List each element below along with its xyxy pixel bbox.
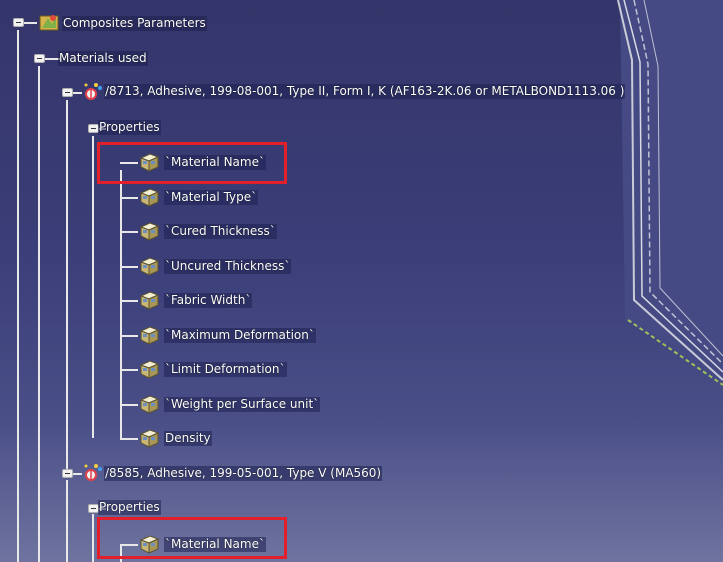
parameter-cube-icon xyxy=(138,221,160,245)
tree-branch xyxy=(120,196,138,199)
tree-line-properties-1-children xyxy=(120,170,122,438)
parameter-cube-icon xyxy=(138,152,160,176)
collapse-toggle-root[interactable] xyxy=(13,18,24,27)
tree-line-material-2 xyxy=(66,480,68,562)
parameter-cube-icon xyxy=(138,359,160,383)
part-geometry-3d xyxy=(617,0,723,386)
parameter-cube-icon xyxy=(138,428,160,452)
parameter-cube-icon xyxy=(138,325,160,349)
tree-node-property[interactable]: `Cured Thickness` xyxy=(164,224,277,239)
tree-branch xyxy=(120,403,138,406)
tree-node-properties-2[interactable]: Properties xyxy=(98,500,161,515)
parameter-cube-icon xyxy=(138,187,160,211)
tree-node-property[interactable]: `Uncured Thickness` xyxy=(164,258,292,274)
tree-node-material-8713[interactable]: /8713, Adhesive, 199-08-001, Type II, Fo… xyxy=(104,84,626,99)
tree-branch xyxy=(120,544,138,546)
material-node-icon xyxy=(84,464,102,481)
composites-parameters-icon xyxy=(39,15,59,31)
catia-specification-tree-viewport: Composites Parameters Materials used /87… xyxy=(0,0,723,562)
tree-node-property[interactable]: `Material Type` xyxy=(164,189,259,205)
parameter-cube-icon xyxy=(138,534,160,558)
tree-branch xyxy=(120,265,138,268)
collapse-toggle-material-2[interactable] xyxy=(62,469,73,478)
tree-node-property[interactable]: `Weight per Surface unit` xyxy=(164,396,321,412)
parameter-cube-icon xyxy=(138,290,160,314)
parameter-cube-icon xyxy=(138,256,160,280)
tree-node-property[interactable]: `Maximum Deformation` xyxy=(164,327,316,343)
tree-branch xyxy=(120,438,138,440)
tree-branch xyxy=(120,162,138,164)
tree-branch xyxy=(120,300,138,302)
tree-line-materials xyxy=(38,66,40,562)
collapse-toggle-material-1[interactable] xyxy=(62,88,73,97)
tree-line-root xyxy=(17,30,19,562)
tree-node-property[interactable]: `Material Name` xyxy=(164,155,266,170)
material-node-icon xyxy=(84,83,102,100)
tree-node-material-8585[interactable]: /8585, Adhesive, 199-05-001, Type V (MA5… xyxy=(104,466,383,481)
tree-branch xyxy=(120,334,138,337)
tree-line-material-1 xyxy=(66,100,68,470)
tree-node-composites-parameters[interactable]: Composites Parameters xyxy=(62,16,207,31)
tree-node-properties-1[interactable]: Properties xyxy=(98,120,161,135)
tree-node-property[interactable]: Density xyxy=(164,431,212,446)
tree-node-property[interactable]: `Limit Deformation` xyxy=(164,362,287,377)
tree-node-materials-used[interactable]: Materials used xyxy=(58,51,148,66)
tree-node-property[interactable]: `Material Name` xyxy=(164,537,266,552)
tree-node-property[interactable]: `Fabric Width` xyxy=(164,293,253,308)
parameter-cube-icon xyxy=(138,394,160,418)
tree-branch xyxy=(120,369,138,371)
collapse-toggle-materials-used[interactable] xyxy=(34,54,45,63)
tree-line-properties-2 xyxy=(92,514,94,562)
tree-branch xyxy=(120,231,138,233)
tree-line-properties-1 xyxy=(92,136,94,438)
